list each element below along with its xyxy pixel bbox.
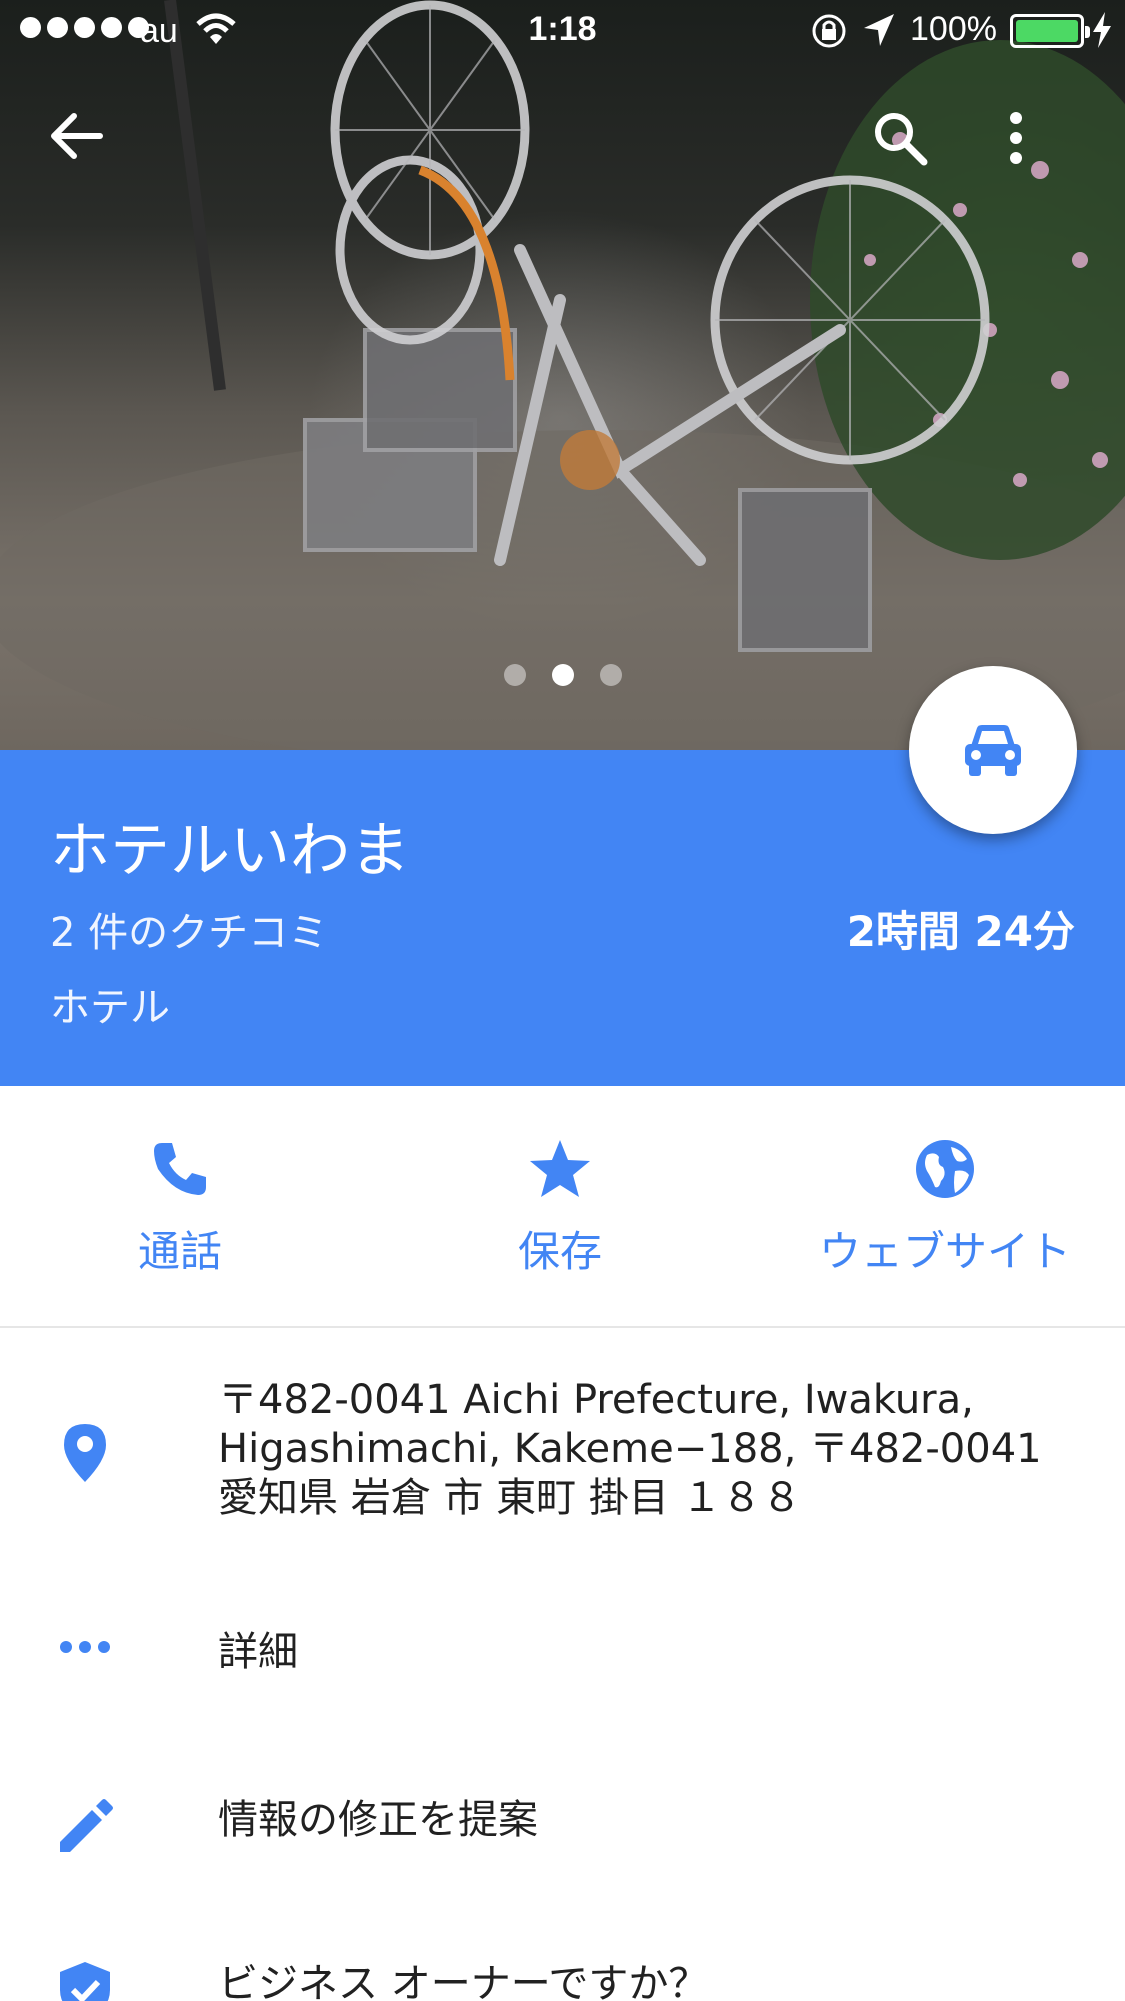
search-icon <box>875 113 928 166</box>
pencil-icon <box>60 1799 113 1852</box>
pager-dot[interactable] <box>599 664 622 686</box>
globe-icon <box>916 1140 974 1198</box>
call-label: 通話 <box>137 1227 222 1276</box>
drive-time: 2時間 24分 <box>846 907 1075 956</box>
address-row[interactable]: 〒482-0041 Aichi Prefecture, Iwakura, Hig… <box>0 1376 1125 1546</box>
directions-button[interactable] <box>909 666 1077 834</box>
reviews-link[interactable]: 2 件のクチコミ <box>50 900 328 958</box>
place-photo[interactable]: au 1:18 100% <box>0 0 1125 750</box>
suggest-edit-label: 情報の修正を提案 <box>218 1797 538 1843</box>
action-bar: 通話 保存 ウェブサイト <box>0 1086 1125 1328</box>
place-category: ホテル <box>50 985 170 1031</box>
battery-percent: 100% <box>910 10 997 48</box>
status-bar: au 1:18 100% <box>0 0 1125 60</box>
details-label: 詳細 <box>218 1629 298 1675</box>
suggest-edit-row[interactable]: 情報の修正を提案 <box>0 1796 1125 1856</box>
battery-icon <box>1010 14 1090 48</box>
car-icon <box>965 725 1021 776</box>
verified-shield-icon <box>60 1962 110 2001</box>
star-icon <box>530 1140 590 1197</box>
save-label: 保存 <box>517 1227 602 1276</box>
business-owner-row[interactable]: ビジネス オーナーですか？ <box>0 1960 1125 2001</box>
address-text: 〒482-0041 Aichi Prefecture, Iwakura, Hig… <box>218 1377 1042 1521</box>
place-title: ホテルいわま <box>50 816 410 886</box>
back-arrow-icon <box>51 113 103 159</box>
phone-icon <box>154 1143 206 1195</box>
search-button[interactable] <box>872 110 942 180</box>
more-vert-icon <box>1010 112 1022 164</box>
bicycle-photo <box>0 0 1125 750</box>
location-pin-icon <box>64 1424 106 1482</box>
call-button[interactable]: 通話 <box>30 1134 330 1279</box>
business-owner-label: ビジネス オーナーですか？ <box>218 1961 709 2001</box>
pager-dot[interactable] <box>503 664 526 686</box>
website-label: ウェブサイト <box>818 1227 1071 1276</box>
pager-dot-active[interactable] <box>551 664 574 686</box>
more-horiz-icon <box>60 1641 110 1653</box>
more-options-button[interactable] <box>1006 110 1076 180</box>
website-button[interactable]: ウェブサイト <box>795 1134 1095 1279</box>
save-button[interactable]: 保存 <box>410 1134 710 1279</box>
details-row[interactable]: 詳細 <box>0 1628 1125 1688</box>
back-button[interactable] <box>48 110 118 180</box>
